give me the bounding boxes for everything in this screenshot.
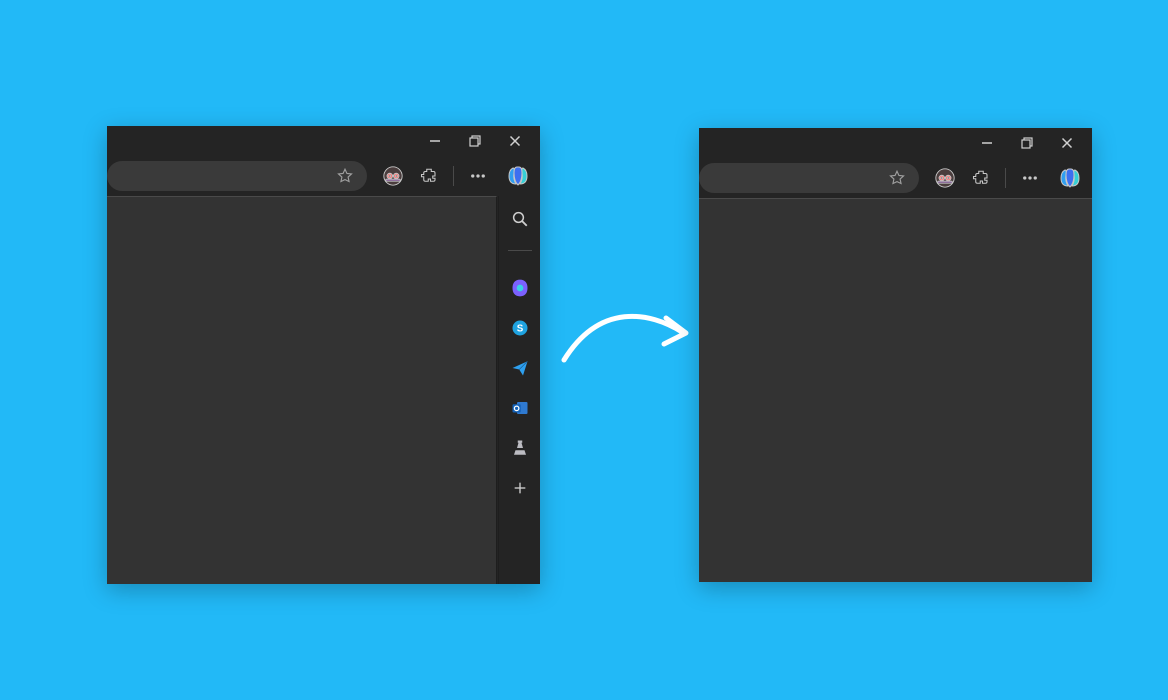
toolbar-actions (925, 166, 1086, 190)
copilot-button[interactable] (506, 164, 530, 188)
transition-arrow (560, 300, 690, 380)
microsoft365-icon (510, 278, 530, 298)
page-content-area (699, 198, 1092, 582)
favorite-button[interactable] (333, 164, 357, 188)
toolbar-divider (1005, 168, 1006, 188)
window-minimize-button[interactable] (970, 129, 1004, 157)
edge-sidebar: S (498, 196, 540, 584)
settings-and-more-button[interactable] (1018, 166, 1042, 190)
address-bar[interactable] (107, 161, 367, 191)
star-icon (888, 169, 906, 187)
sidebar-outlook-button[interactable] (509, 397, 531, 419)
browser-window-after (699, 128, 1092, 582)
outlook-icon (511, 399, 529, 417)
search-icon (511, 210, 529, 228)
sidebar-microsoft365-button[interactable] (509, 277, 531, 299)
favorite-button[interactable] (885, 166, 909, 190)
window-close-button[interactable] (1050, 129, 1084, 157)
plus-icon (512, 480, 528, 496)
window-maximize-button[interactable] (1010, 129, 1044, 157)
arrow-right-icon (560, 300, 690, 380)
chess-piece-icon (511, 438, 529, 458)
sidebar-games-button[interactable] (509, 437, 531, 459)
copilot-icon (506, 164, 530, 188)
maximize-icon (469, 135, 481, 147)
settings-and-more-button[interactable] (466, 164, 490, 188)
ellipsis-icon (1021, 169, 1039, 187)
sidebar-skype-button[interactable]: S (509, 317, 531, 339)
close-icon (509, 135, 521, 147)
browser-body: S (107, 196, 540, 584)
window-titlebar (107, 126, 540, 156)
minimize-icon (981, 137, 993, 149)
browser-window-before: S (107, 126, 540, 584)
skype-icon: S (511, 319, 529, 337)
extensions-icon (972, 169, 990, 187)
ellipsis-icon (469, 167, 487, 185)
toolbar-divider (453, 166, 454, 186)
window-maximize-button[interactable] (458, 127, 492, 155)
toolbar-actions (373, 164, 534, 188)
sidebar-search-button[interactable] (509, 208, 531, 230)
extensions-icon (420, 167, 438, 185)
paper-plane-icon (511, 359, 529, 377)
window-close-button[interactable] (498, 127, 532, 155)
sidebar-add-button[interactable] (509, 477, 531, 499)
svg-text:S: S (516, 323, 523, 334)
sidebar-send-button[interactable] (509, 357, 531, 379)
star-icon (336, 167, 354, 185)
close-icon (1061, 137, 1073, 149)
browser-toolbar (699, 158, 1092, 198)
address-bar[interactable] (699, 163, 919, 193)
window-minimize-button[interactable] (418, 127, 452, 155)
copilot-button[interactable] (1058, 166, 1082, 190)
extensions-button[interactable] (969, 166, 993, 190)
profile-button[interactable] (381, 164, 405, 188)
maximize-icon (1021, 137, 1033, 149)
extensions-button[interactable] (417, 164, 441, 188)
window-titlebar (699, 128, 1092, 158)
profile-avatar-icon (382, 165, 404, 187)
profile-avatar-icon (934, 167, 956, 189)
minimize-icon (429, 135, 441, 147)
browser-toolbar (107, 156, 540, 196)
copilot-icon (1058, 166, 1082, 190)
browser-body (699, 198, 1092, 582)
sidebar-divider (508, 250, 532, 251)
page-content-area (107, 196, 497, 584)
profile-button[interactable] (933, 166, 957, 190)
